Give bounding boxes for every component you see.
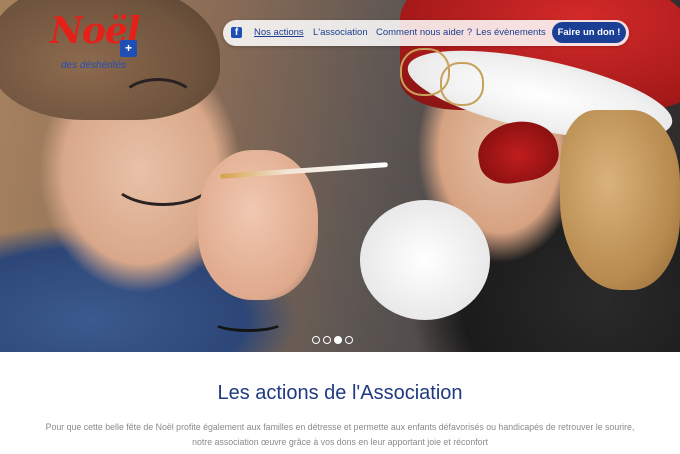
- section-title: Les actions de l'Association: [217, 382, 463, 404]
- carousel-dot-3[interactable]: [334, 336, 342, 344]
- bracelet: [212, 312, 284, 332]
- main-nav: f Nos actions L'association Comment nous…: [223, 20, 629, 46]
- nav-item-evenements[interactable]: Les évènements: [476, 27, 546, 38]
- logo-badge: +: [120, 40, 137, 57]
- donate-button[interactable]: Faire un don !: [552, 22, 626, 43]
- woman-hair: [560, 110, 680, 290]
- carousel-dot-2[interactable]: [323, 336, 331, 344]
- fur-collar: [360, 200, 490, 320]
- site-logo[interactable]: Noël + des déshérités: [50, 10, 140, 76]
- nav-item-comment-aider[interactable]: Comment nous aider ?: [376, 27, 472, 38]
- logo-tagline: des déshérités: [61, 60, 127, 71]
- glasses-right: [440, 62, 484, 106]
- section-description: Pour que cette belle fête de Noël profit…: [45, 422, 635, 447]
- carousel-dot-1[interactable]: [312, 336, 320, 344]
- carousel-dot-4[interactable]: [345, 336, 353, 344]
- face-paint-stroke: [120, 78, 196, 124]
- nav-item-association[interactable]: L'association: [313, 27, 368, 38]
- facebook-icon[interactable]: f: [231, 27, 242, 38]
- nav-item-nos-actions[interactable]: Nos actions: [254, 27, 304, 38]
